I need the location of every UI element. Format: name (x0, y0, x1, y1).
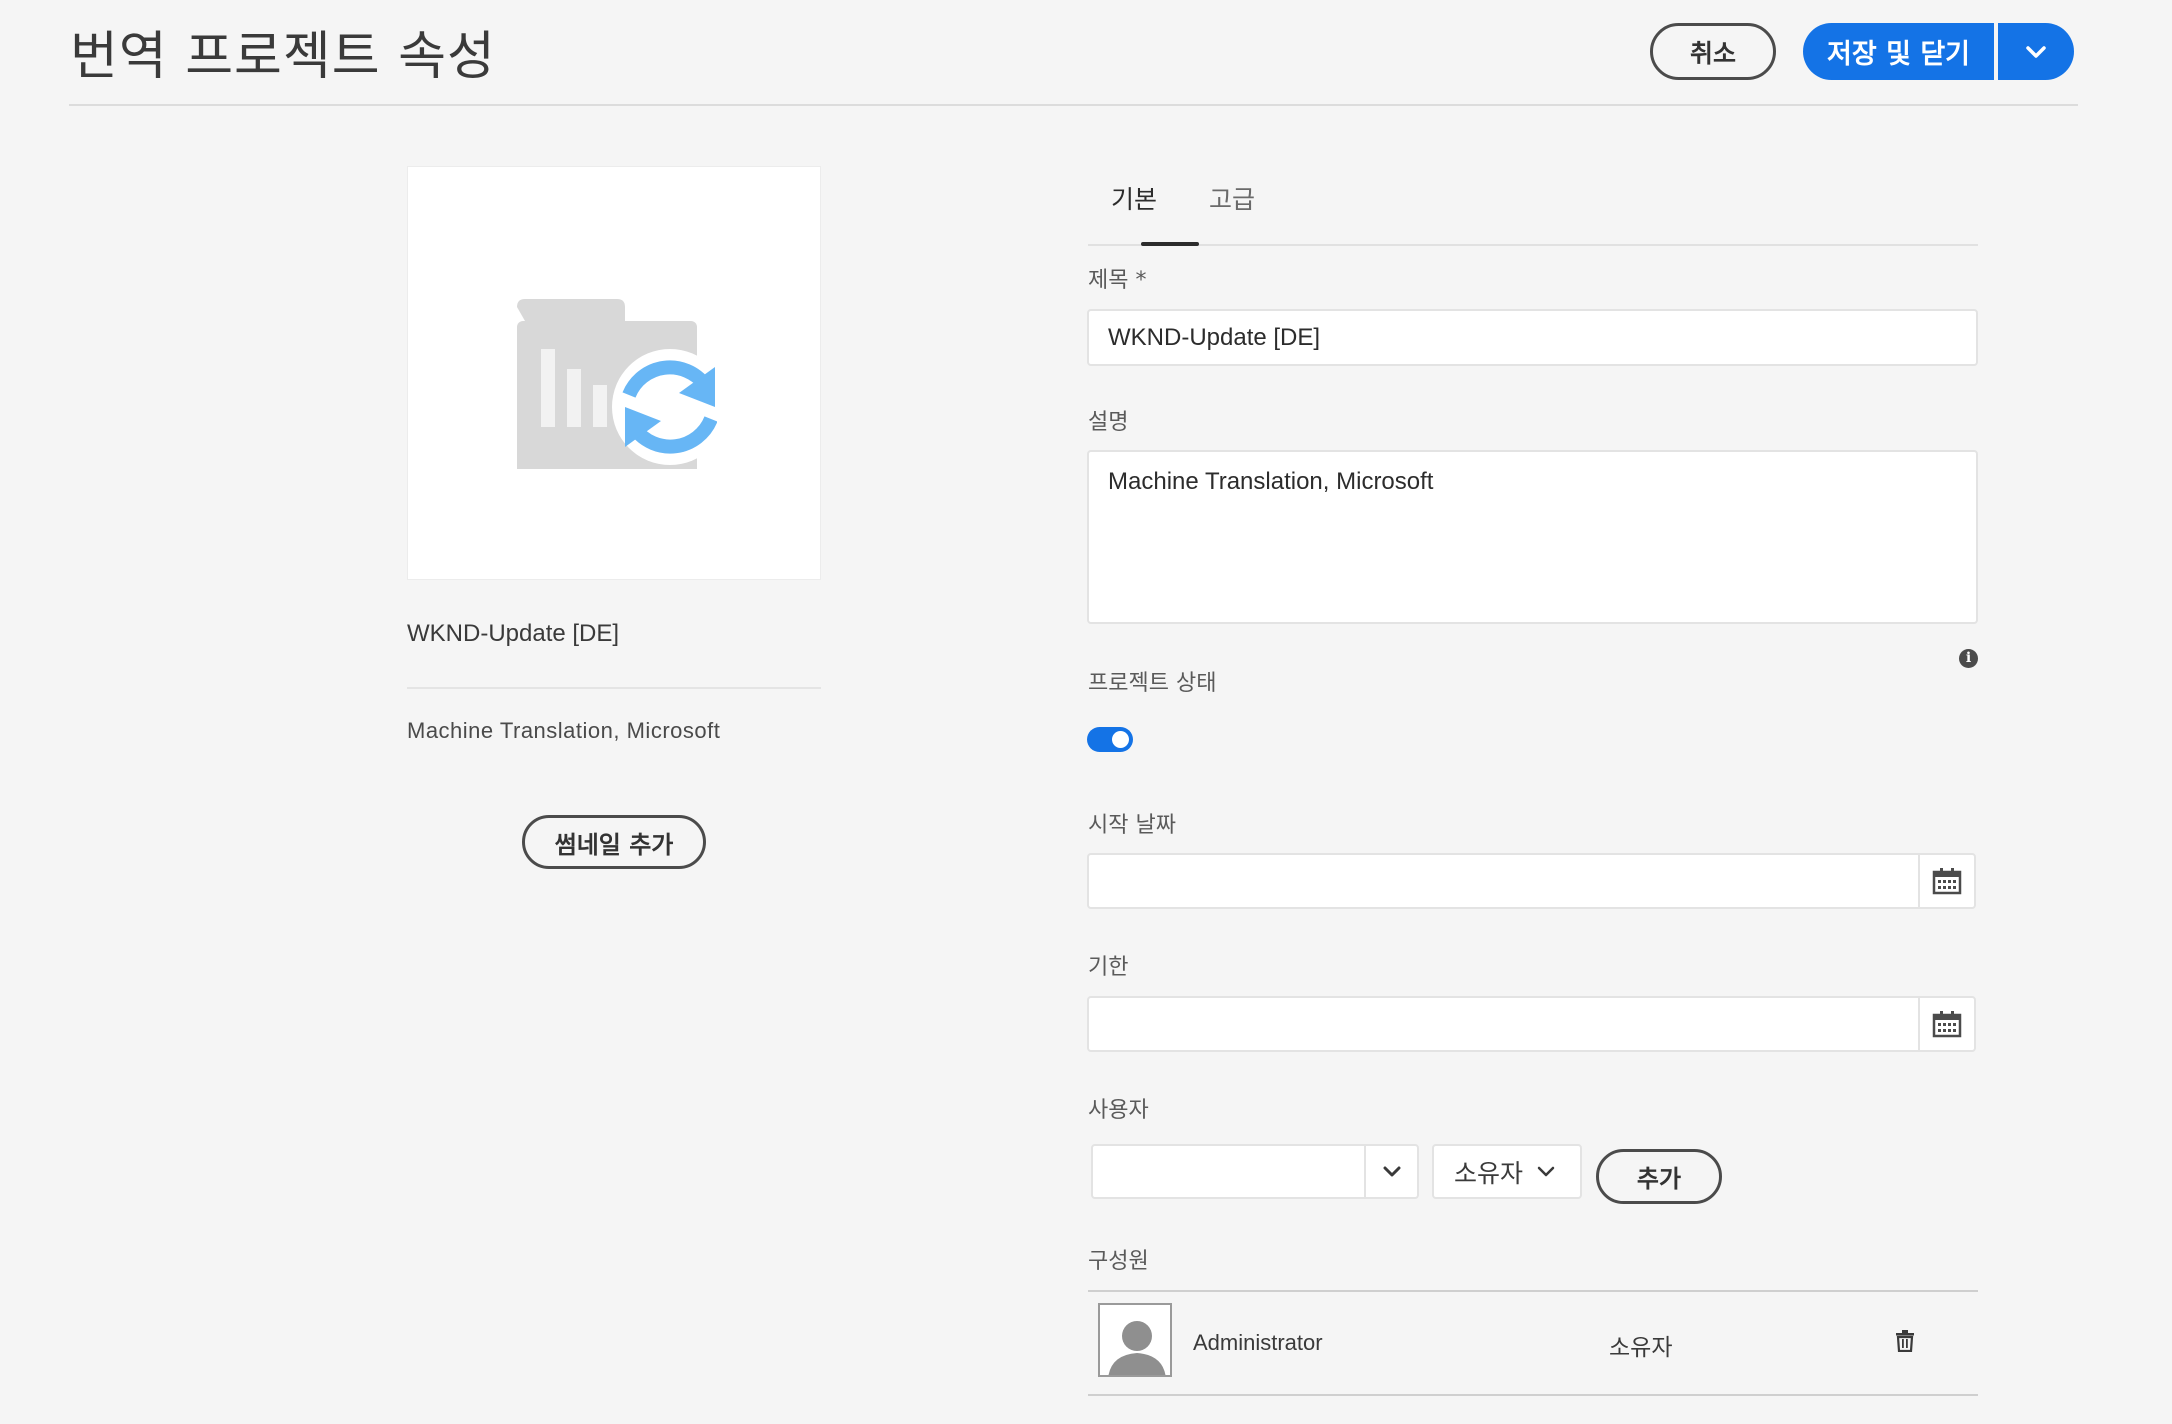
start-date-picker-button[interactable] (1918, 853, 1976, 909)
tab-basic-label: 기본 (1111, 185, 1158, 214)
chevron-down-icon (2026, 45, 2046, 58)
tab-advanced-label: 고급 (1209, 185, 1256, 214)
summary-description: Machine Translation, Microsoft (407, 718, 721, 743)
summary-title: WKND-Update [DE] (407, 620, 620, 647)
member-name: Administrator (1193, 1330, 1323, 1355)
cancel-button[interactable]: 취소 (1650, 23, 1776, 80)
project-status-toggle[interactable] (1087, 727, 1133, 752)
avatar (1098, 1303, 1172, 1377)
title-label: 제목 * (1088, 268, 1147, 293)
member-role: 소유자 (1609, 1335, 1673, 1361)
delete-member-button[interactable] (1895, 1330, 1915, 1356)
info-icon[interactable]: i (1959, 649, 1978, 668)
role-select-value: 소유자 (1454, 1158, 1524, 1188)
chevron-down-icon (1383, 1166, 1400, 1176)
add-user-button[interactable]: 추가 (1596, 1149, 1722, 1204)
page-title: 번역 프로젝트 속성 (70, 27, 496, 87)
chevron-down-icon (1537, 1166, 1555, 1176)
calendar-icon (1932, 868, 1962, 895)
add-thumbnail-button[interactable]: 썸네일 추가 (522, 815, 706, 869)
status-label: 프로젝트 상태 (1088, 671, 1217, 696)
due-date-label: 기한 (1088, 955, 1129, 980)
members-divider-top (1088, 1290, 1978, 1292)
tab-bar: 기본 고급 (1088, 180, 1978, 246)
summary-divider (407, 687, 821, 689)
user-label: 사용자 (1088, 1098, 1149, 1123)
user-input[interactable] (1091, 1144, 1366, 1199)
description-label: 설명 (1088, 410, 1129, 435)
user-silhouette-icon (1100, 1305, 1170, 1375)
save-and-close-button[interactable]: 저장 및 닫기 (1803, 23, 1994, 80)
start-date-input[interactable] (1087, 853, 1920, 909)
title-input[interactable]: WKND-Update [DE] (1087, 309, 1978, 366)
save-options-button[interactable] (1998, 23, 2074, 80)
tab-selected-indicator (1141, 242, 1199, 246)
toggle-knob (1112, 731, 1129, 748)
due-date-picker-button[interactable] (1918, 996, 1976, 1052)
start-date-label: 시작 날짜 (1088, 813, 1176, 838)
project-thumbnail (407, 166, 821, 580)
members-label: 구성원 (1088, 1249, 1149, 1274)
translation-project-icon (517, 299, 717, 469)
trash-icon (1896, 1330, 1914, 1353)
user-dropdown-button[interactable] (1364, 1144, 1419, 1199)
header-divider (69, 104, 2078, 106)
project-properties-page: 번역 프로젝트 속성 취소 저장 및 닫기 WKND-Update [DE] M… (0, 0, 2172, 1424)
role-select[interactable]: 소유자 (1432, 1144, 1582, 1199)
description-textarea[interactable]: Machine Translation, Microsoft (1087, 450, 1978, 624)
calendar-icon (1932, 1011, 1962, 1038)
members-divider-bottom (1088, 1394, 1978, 1396)
due-date-input[interactable] (1087, 996, 1920, 1052)
